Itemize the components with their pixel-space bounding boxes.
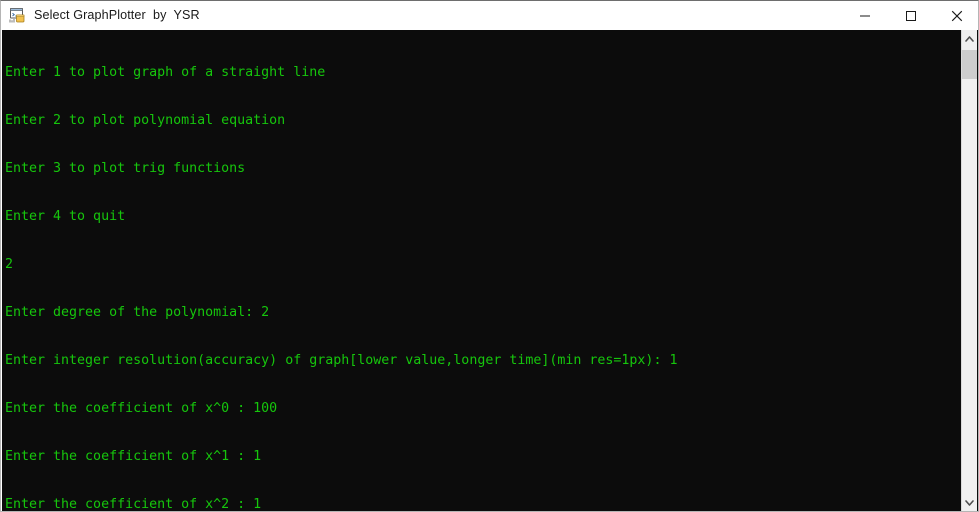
scrollbar-thumb[interactable] bbox=[962, 50, 977, 79]
console-line: Enter 4 to quit bbox=[5, 209, 126, 224]
close-button[interactable] bbox=[934, 1, 978, 30]
console-line-user-input: 2 bbox=[5, 257, 14, 272]
console-line: Enter the coefficient of x^0 : 100 bbox=[5, 401, 278, 416]
minimize-icon bbox=[860, 15, 870, 16]
console-line: Enter the coefficient of x^2 : 1 bbox=[5, 497, 262, 512]
console-text-buffer: Enter 1 to plot graph of a straight line… bbox=[5, 33, 955, 512]
vertical-scrollbar[interactable] bbox=[961, 30, 977, 511]
window-title: Select GraphPlotter by YSR bbox=[34, 8, 200, 22]
console-app-icon bbox=[9, 7, 26, 24]
minimize-button[interactable] bbox=[842, 1, 888, 30]
console-line: Enter 1 to plot graph of a straight line bbox=[5, 65, 326, 80]
scrollbar-down-button[interactable] bbox=[962, 494, 977, 511]
maximize-icon bbox=[906, 10, 916, 21]
console-line: Enter degree of the polynomial: 2 bbox=[5, 305, 270, 320]
chevron-up-icon bbox=[965, 36, 974, 42]
close-icon bbox=[951, 10, 963, 21]
chevron-down-icon bbox=[965, 500, 974, 506]
scrollbar-up-button[interactable] bbox=[962, 30, 977, 48]
scrollbar-track[interactable] bbox=[962, 48, 977, 494]
maximize-button[interactable] bbox=[888, 1, 934, 30]
console-line: Enter 3 to plot trig functions bbox=[5, 161, 246, 176]
console-line: Enter the coefficient of x^1 : 1 bbox=[5, 449, 262, 464]
application-window: Select GraphPlotter by YSR Enter 1 to pl… bbox=[0, 0, 979, 512]
title-bar[interactable]: Select GraphPlotter by YSR bbox=[1, 1, 978, 30]
console-line: Enter integer resolution(accuracy) of gr… bbox=[5, 353, 678, 368]
console-output-area[interactable]: Enter 1 to plot graph of a straight line… bbox=[2, 30, 978, 512]
console-line: Enter 2 to plot polynomial equation bbox=[5, 113, 286, 128]
